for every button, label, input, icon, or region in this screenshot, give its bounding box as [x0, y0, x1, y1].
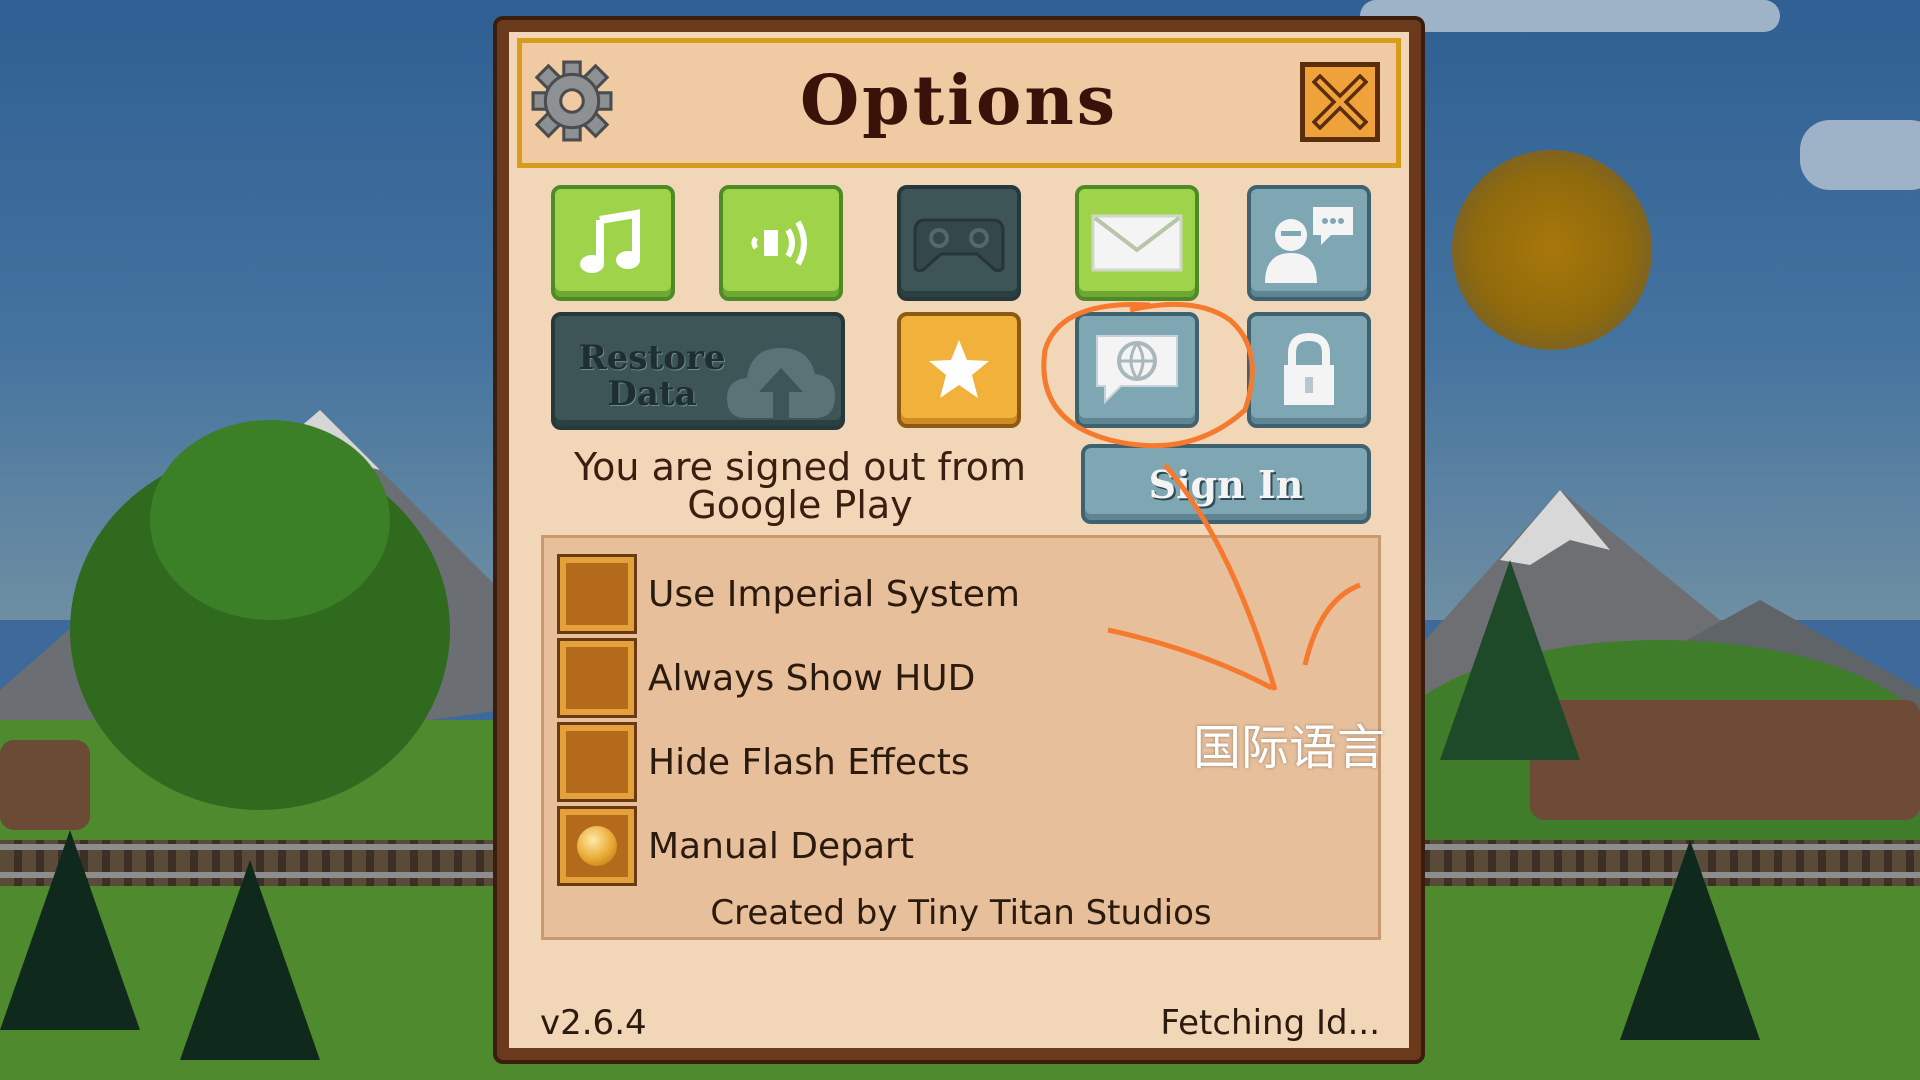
manual-depart-checkbox[interactable] [557, 806, 637, 886]
rate-game-button[interactable] [897, 312, 1021, 428]
gear-icon [531, 60, 613, 142]
sound-icon [751, 220, 807, 266]
star-icon [929, 340, 989, 398]
checked-indicator [577, 826, 617, 866]
language-icon [1096, 335, 1178, 405]
cloud [1360, 0, 1780, 32]
language-button[interactable] [1075, 312, 1199, 428]
credits-text: Created by Tiny Titan Studios [710, 893, 1212, 933]
cloud [1800, 120, 1920, 190]
pine-tree [1440, 560, 1580, 760]
mail-icon [1091, 214, 1183, 272]
hide-flash-effects-checkbox[interactable] [557, 722, 637, 802]
restore-data-button[interactable]: Restore Data [551, 312, 845, 430]
option-label: Hide Flash Effects [648, 741, 970, 783]
option-row[interactable]: Hide Flash Effects [557, 722, 970, 802]
community-button[interactable] [1247, 185, 1371, 301]
profile-chat-icon [1265, 207, 1353, 283]
sign-in-label: Sign In [1148, 461, 1304, 507]
version-label: v2.6.4 [540, 1003, 647, 1043]
option-row[interactable]: Use Imperial System [557, 554, 1020, 634]
music-icon [580, 209, 640, 273]
option-label: Manual Depart [648, 825, 914, 867]
rock [1530, 700, 1920, 820]
option-label: Use Imperial System [648, 573, 1020, 615]
sound-toggle-button[interactable] [719, 185, 843, 301]
title-bar: Options [517, 38, 1401, 168]
music-toggle-button[interactable] [551, 185, 675, 301]
lock-icon [1284, 332, 1334, 405]
contact-mail-button[interactable] [1075, 185, 1199, 301]
option-label: Always Show HUD [648, 657, 976, 699]
pine-tree [180, 860, 320, 1060]
pine-tree [0, 830, 140, 1030]
player-id-status: Fetching Id... [1160, 1003, 1380, 1043]
cloud-upload-icon [727, 348, 835, 418]
restore-data-label: Restore Data [578, 338, 726, 414]
always-show-hud-checkbox[interactable] [557, 638, 637, 718]
annotation-label: 国际语言 [1193, 720, 1386, 776]
sign-in-status: You are signed out from Google Play [574, 445, 1026, 527]
gamepad-icon [913, 218, 1005, 272]
sign-in-button[interactable]: Sign In [1081, 444, 1371, 524]
dialog-title: Options [799, 61, 1119, 141]
imperial-system-checkbox[interactable] [557, 554, 637, 634]
close-icon [1312, 74, 1368, 130]
close-button[interactable] [1300, 62, 1380, 142]
privacy-lock-button[interactable] [1247, 312, 1371, 428]
pine-tree [1620, 840, 1760, 1040]
sun [1452, 150, 1652, 350]
game-services-button[interactable] [897, 185, 1021, 301]
tree [150, 420, 390, 620]
option-row[interactable]: Manual Depart [557, 806, 914, 886]
rock [0, 740, 90, 830]
option-row[interactable]: Always Show HUD [557, 638, 976, 718]
